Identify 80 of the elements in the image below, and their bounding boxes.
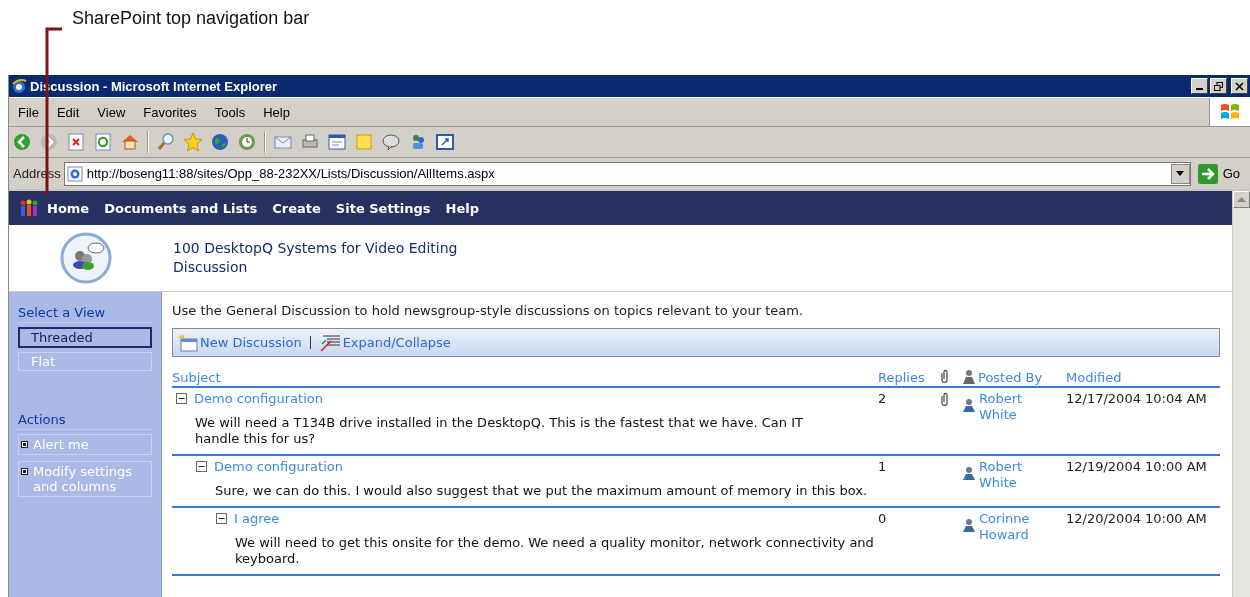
separator-bar bbox=[309, 336, 311, 349]
caret-icon bbox=[1176, 171, 1185, 176]
menu-item[interactable]: View bbox=[88, 104, 135, 120]
modified-date: 12/17/2004 10:04 AM bbox=[1066, 391, 1208, 408]
people-icon bbox=[19, 199, 39, 217]
column-header[interactable]: Modified bbox=[1066, 370, 1220, 385]
menu-item[interactable]: Tools bbox=[205, 104, 255, 120]
author-link[interactable]: Robert White bbox=[979, 459, 1049, 491]
caret-icon bbox=[1237, 197, 1246, 202]
new-discussion-link[interactable]: New Discussion bbox=[178, 333, 302, 352]
close-icon bbox=[1235, 81, 1244, 91]
page-icon bbox=[66, 165, 83, 182]
menu-item[interactable]: Edit bbox=[47, 104, 89, 120]
modified-date: 12/19/2004 10:00 AM bbox=[1066, 459, 1208, 476]
collapse-icon[interactable] bbox=[216, 513, 227, 524]
browser-icon bbox=[11, 78, 27, 94]
reply-count: 2 bbox=[878, 391, 888, 408]
edit-icon[interactable] bbox=[327, 132, 347, 152]
scrollbar[interactable] bbox=[1232, 191, 1250, 597]
bullet-icon bbox=[21, 441, 28, 448]
back-icon[interactable] bbox=[12, 132, 32, 152]
window-title: Discussion - Microsoft Internet Explorer bbox=[30, 78, 278, 94]
history-icon[interactable] bbox=[237, 132, 257, 152]
new-item-icon bbox=[178, 333, 198, 352]
globe-icon[interactable] bbox=[210, 132, 230, 152]
person-icon bbox=[962, 465, 976, 481]
author-link[interactable]: Corinne Howard bbox=[979, 511, 1049, 543]
bullet-icon bbox=[21, 468, 28, 475]
star-icon[interactable] bbox=[183, 132, 203, 152]
nav-link[interactable]: Site Settings bbox=[327, 200, 438, 216]
dropdown-button[interactable] bbox=[1170, 163, 1190, 184]
post-text: Sure, we can do this. I would also suggest that we put the maximum amount of memory in this box. bbox=[215, 483, 869, 499]
person-icon bbox=[962, 397, 976, 413]
section-heading: Actions bbox=[17, 409, 152, 430]
post-text: We will need to get this onsite for the demo. We need a quality monitor, network connectivity and keyboard. bbox=[235, 535, 875, 567]
column-header[interactable]: Posted By bbox=[978, 370, 1043, 385]
list-title: Discussion bbox=[173, 258, 249, 277]
person-icon bbox=[962, 369, 976, 385]
menu-item[interactable]: Help bbox=[254, 104, 299, 120]
subject-link[interactable]: Demo configuration bbox=[214, 459, 343, 474]
expand-collapse-link[interactable]: Expand/Collapse bbox=[318, 333, 451, 352]
stop-icon[interactable] bbox=[66, 132, 86, 152]
menu-item[interactable]: File bbox=[9, 104, 48, 120]
paperclip-icon bbox=[940, 369, 949, 383]
discussion-logo-icon bbox=[60, 232, 112, 284]
author-link[interactable]: Robert White bbox=[979, 391, 1049, 423]
forward-icon[interactable] bbox=[39, 132, 59, 152]
column-header[interactable]: Subject bbox=[172, 370, 878, 385]
post-text: We will need a T134B drive installed in the DesktopQ. This is the fastest that we have. Can IT handle this for us? bbox=[195, 415, 804, 447]
section-heading: Select a View bbox=[17, 302, 152, 323]
nav-link[interactable]: Help bbox=[437, 200, 487, 216]
minimize-button[interactable] bbox=[1191, 78, 1208, 94]
list-description: Use the General Discussion to hold newsgroup-style discussions on topics relevant to your team. bbox=[172, 303, 805, 318]
menu-item[interactable]: Favorites bbox=[134, 104, 206, 120]
collapse-icon[interactable] bbox=[196, 461, 207, 472]
modified-date: 12/20/2004 10:00 AM bbox=[1066, 511, 1208, 528]
site-title: 100 DesktopQ Systems for Video Editing bbox=[173, 239, 458, 258]
refresh-icon[interactable] bbox=[93, 132, 113, 152]
person-icon bbox=[962, 517, 976, 533]
view-link[interactable]: Threaded bbox=[18, 327, 152, 348]
window-icon[interactable] bbox=[435, 132, 455, 152]
list-icon bbox=[318, 333, 341, 352]
close-button[interactable] bbox=[1231, 78, 1248, 94]
home-icon[interactable] bbox=[120, 132, 140, 152]
subject-link[interactable]: Demo configuration bbox=[194, 391, 323, 406]
nav-link[interactable]: Create bbox=[264, 200, 328, 216]
reply-count: 0 bbox=[878, 511, 888, 528]
scroll-up-button[interactable] bbox=[1233, 191, 1250, 208]
address-field[interactable]: http://boseng11:88/sites/Opp_88-232XX/Lists/Discussion/AllItems.aspx bbox=[63, 161, 1191, 186]
nav-link[interactable]: Documents and Lists bbox=[96, 200, 265, 216]
reply-count: 1 bbox=[878, 459, 888, 476]
search-icon[interactable] bbox=[156, 132, 176, 152]
restore-icon bbox=[1214, 81, 1223, 91]
subject-link[interactable]: I agree bbox=[234, 511, 280, 526]
chat-icon[interactable] bbox=[381, 132, 401, 152]
collapse-icon[interactable] bbox=[176, 393, 187, 404]
column-header[interactable]: Replies bbox=[878, 370, 940, 385]
restore-button[interactable] bbox=[1210, 78, 1227, 94]
nav-link[interactable]: Home bbox=[39, 200, 97, 216]
callout-text: SharePoint top navigation bar bbox=[72, 8, 310, 28]
